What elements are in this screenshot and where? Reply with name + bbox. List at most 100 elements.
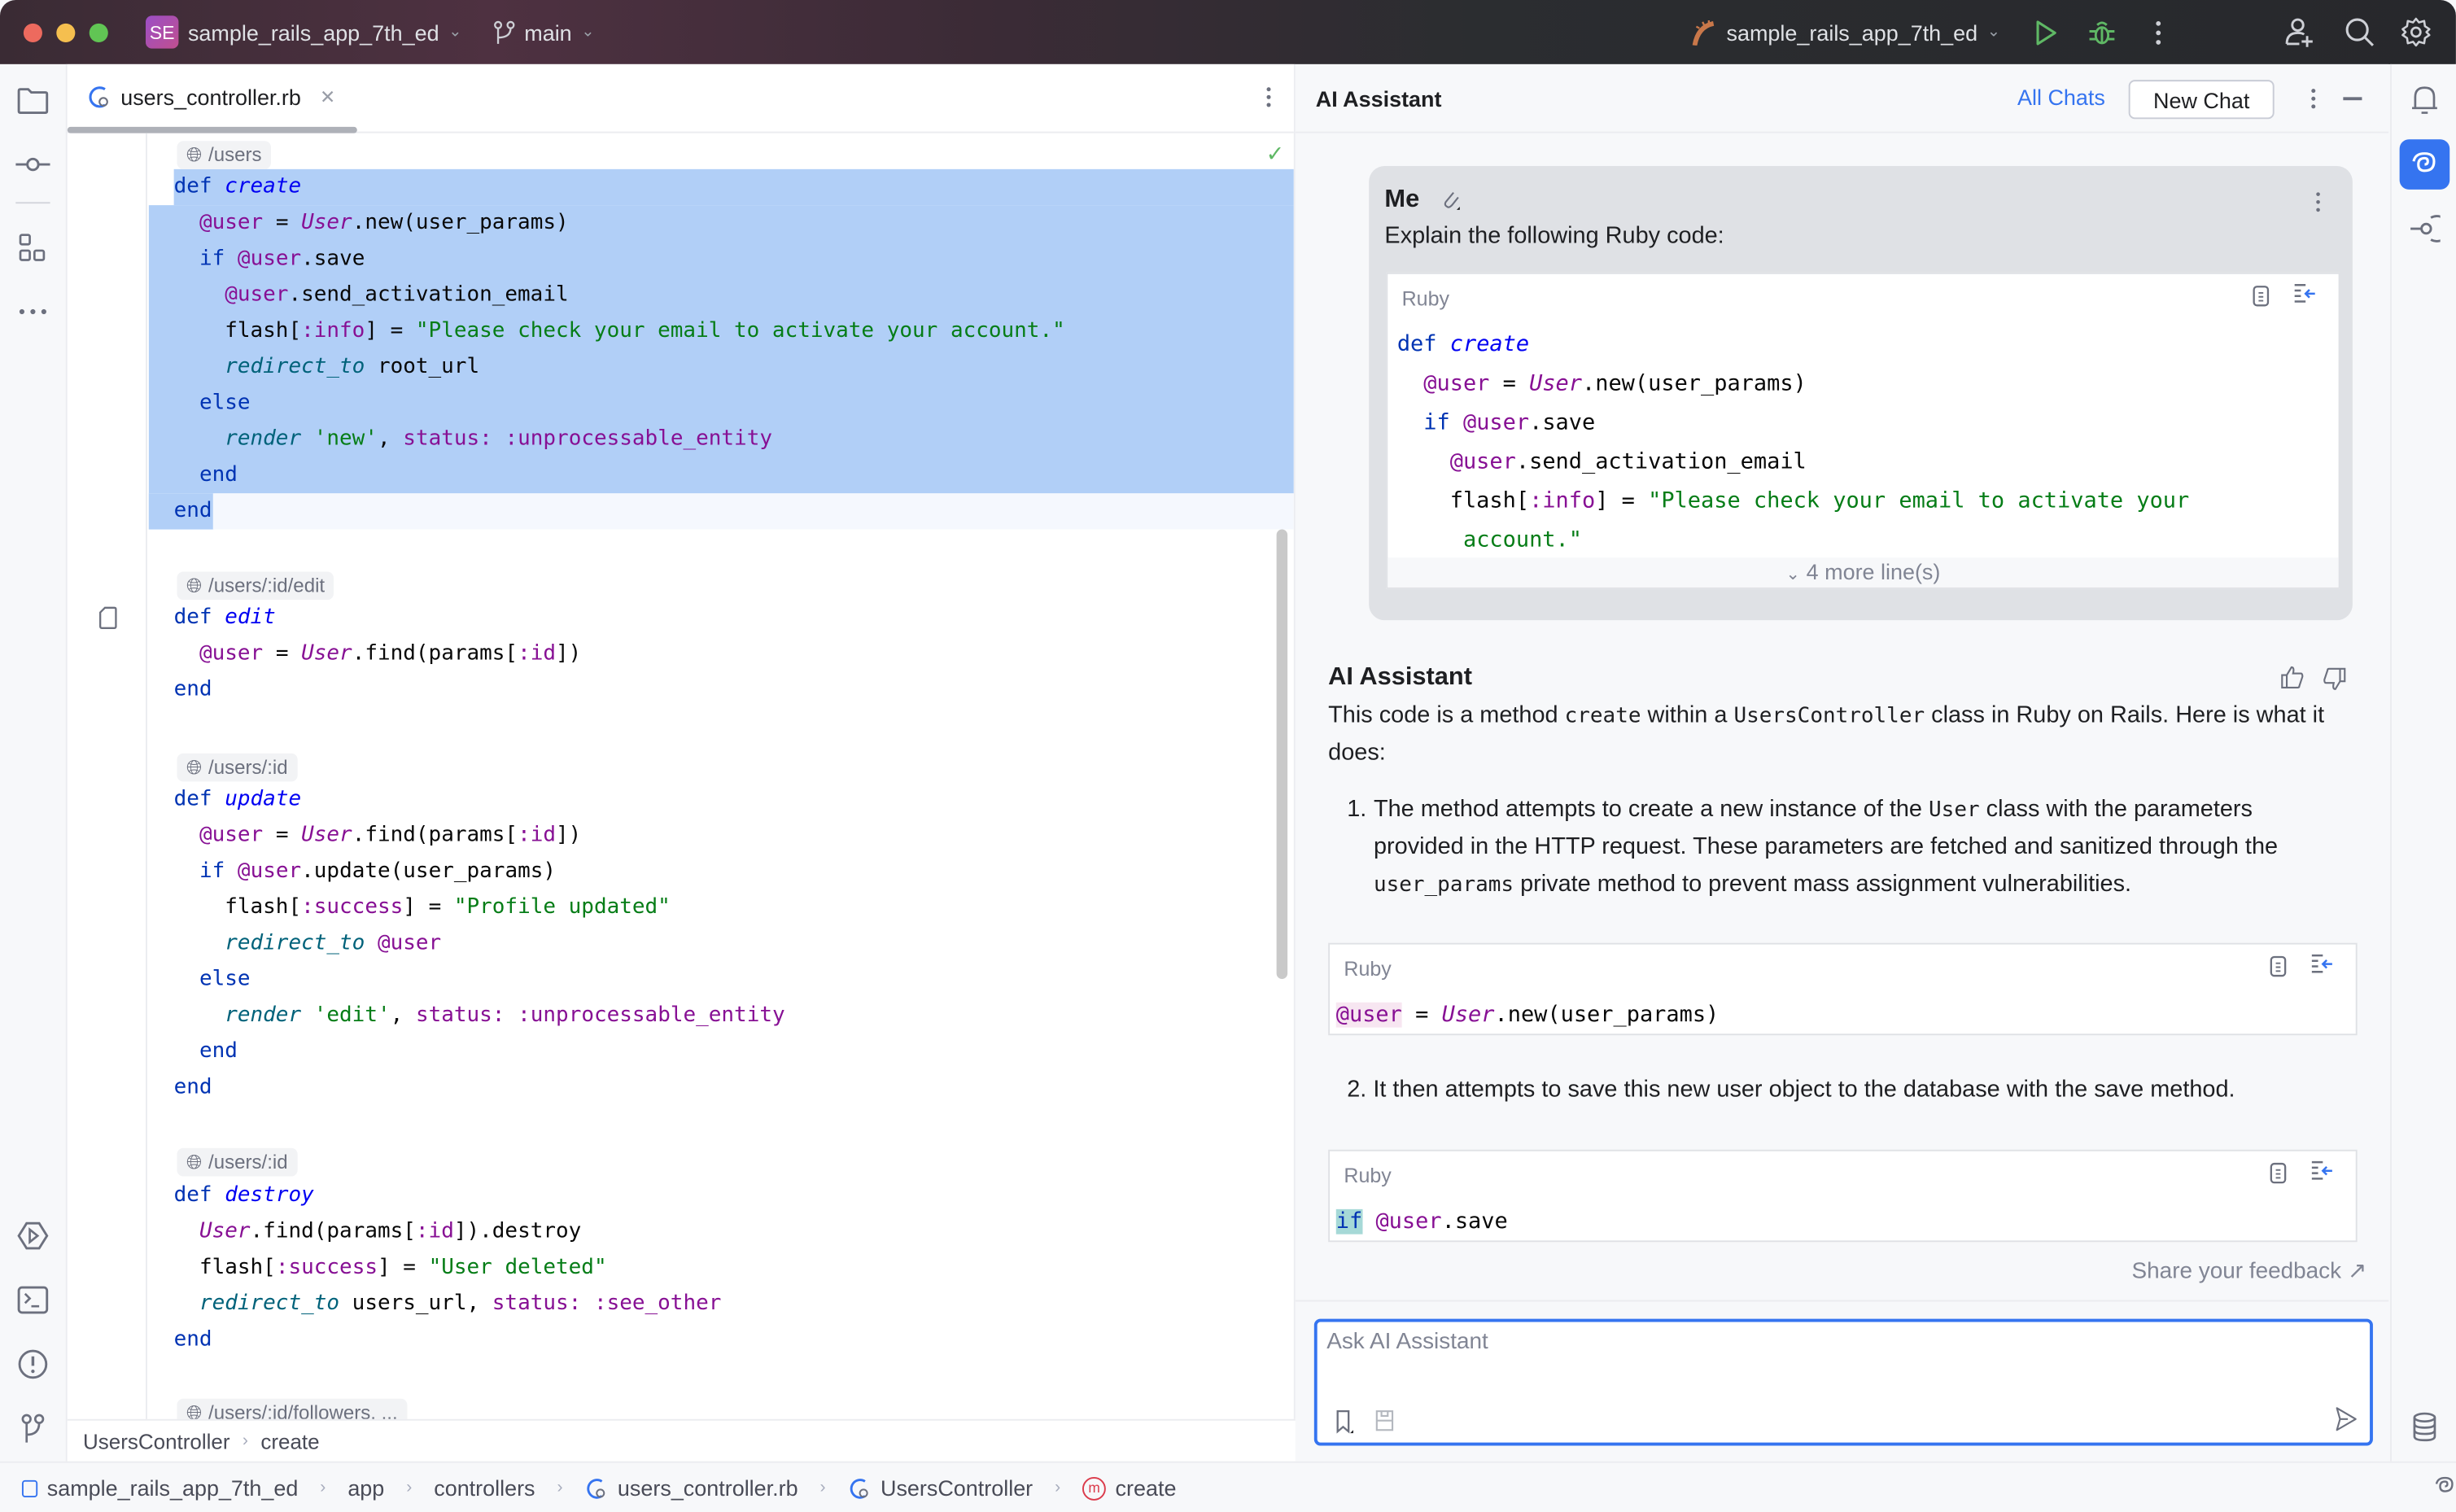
terminal-icon[interactable] — [14, 1281, 51, 1318]
database-icon[interactable] — [2406, 1408, 2443, 1445]
view-file-gutter-icon[interactable] — [98, 606, 117, 630]
chevron-down-icon: ⌄ — [581, 23, 595, 42]
code-actions — [2253, 283, 2317, 307]
add-user-icon[interactable] — [2282, 15, 2316, 49]
endpoints-icon[interactable] — [2406, 210, 2443, 247]
code-area[interactable]: ✓ 🌐︎/users def create @user = User.new(u… — [68, 133, 1294, 1421]
code-line: def destroy — [173, 1182, 314, 1208]
project-name: sample_rails_app_7th_ed — [187, 20, 439, 45]
branch-name: main — [524, 20, 572, 45]
ide-window: SE sample_rails_app_7th_ed ⌄ main ⌄ samp… — [0, 0, 2456, 1512]
input-placeholder: Ask AI Assistant — [1326, 1330, 1488, 1355]
route-hint[interactable]: 🌐︎/users — [177, 141, 272, 169]
ai-spiral-icon — [2410, 151, 2439, 179]
message-options-icon[interactable] — [2315, 191, 2322, 213]
notifications-bell-icon[interactable] — [2406, 81, 2443, 119]
right-tool-strip — [2390, 63, 2456, 1462]
maximize-window-button[interactable] — [89, 22, 108, 42]
run-button[interactable] — [2028, 15, 2062, 49]
thumbs-up-icon[interactable] — [2280, 666, 2304, 689]
panel-options-icon[interactable] — [2310, 88, 2317, 110]
ai-status-icon[interactable] — [2434, 1475, 2456, 1497]
chevron-down-icon: ⌄ — [448, 23, 462, 42]
copy-icon[interactable] — [2253, 283, 2271, 307]
tab-label: users_controller.rb — [120, 84, 301, 110]
ai-chat-input[interactable]: Ask AI Assistant — [1313, 1318, 2373, 1446]
editor-options-icon[interactable] — [1265, 86, 1272, 108]
code-line: redirect_to root_url — [225, 353, 480, 379]
more-actions-icon[interactable] — [2141, 15, 2175, 49]
ai-panel-header: AI Assistant All Chats New Chat — [1295, 64, 2389, 133]
copy-icon[interactable] — [2270, 1160, 2288, 1184]
git-branch-icon — [493, 20, 515, 45]
status-crumb-method[interactable]: create — [1116, 1475, 1177, 1501]
code-line: redirect_to @user — [225, 930, 442, 956]
code-line: @user = User.find(params[:id]) — [199, 822, 582, 848]
route-hint[interactable]: 🌐︎/users/:id — [177, 1147, 298, 1177]
commit-icon[interactable] — [14, 146, 51, 183]
all-chats-link[interactable]: All Chats — [2017, 85, 2105, 110]
code-line: end — [199, 1038, 238, 1064]
code-language-label: Ruby — [1401, 286, 1450, 311]
branch-switcher[interactable]: main ⌄ — [493, 20, 595, 45]
new-chat-button[interactable]: New Chat — [2128, 80, 2275, 120]
insert-at-caret-icon[interactable] — [2310, 1160, 2334, 1184]
ai-assistant-toggle[interactable] — [2399, 139, 2450, 190]
add-context-icon[interactable] — [1333, 1409, 1355, 1435]
code-line: def edit — [173, 604, 276, 630]
code-editor: users_controller.rb ✕ ✓ 🌐︎/users def cre… — [67, 63, 1310, 1462]
copy-icon[interactable] — [2270, 954, 2288, 977]
code-snippet: Ruby @user = User.new(user_params) — [1328, 942, 2358, 1036]
ruby-controller-file-icon — [585, 1476, 609, 1500]
code-line: @user.send_activation_email — [1449, 449, 1807, 475]
thumbs-down-icon[interactable] — [2323, 667, 2346, 691]
code-line: end — [173, 1326, 212, 1352]
attachment-icon — [1440, 188, 1462, 213]
status-crumb-project[interactable]: sample_rails_app_7th_ed — [47, 1475, 299, 1501]
status-crumb-file[interactable]: users_controller.rb — [618, 1475, 798, 1501]
code-line: @user = User.new(user_params) — [1423, 371, 1807, 396]
expand-more-lines[interactable]: ⌄ 4 more line(s) — [1388, 557, 2339, 588]
send-icon[interactable] — [2336, 1406, 2358, 1431]
status-crumb-app[interactable]: app — [347, 1475, 384, 1501]
status-bar-breadcrumb: sample_rails_app_7th_ed › app › controll… — [0, 1461, 2456, 1512]
insert-at-caret-icon[interactable] — [2293, 283, 2317, 307]
tab-users-controller[interactable]: users_controller.rb ✕ — [86, 85, 335, 110]
status-crumb-controllers[interactable]: controllers — [434, 1475, 535, 1501]
search-icon[interactable] — [2341, 15, 2375, 49]
breadcrumb-item[interactable]: UsersController — [83, 1429, 230, 1453]
breadcrumb-item[interactable]: create — [260, 1429, 319, 1453]
share-feedback-link[interactable]: Share your feedback ↗ — [2132, 1259, 2367, 1284]
code-line: end — [199, 461, 238, 487]
services-run-icon[interactable] — [14, 1217, 51, 1254]
code-line: @user = User.new(user_params) — [199, 209, 569, 235]
close-tab-icon[interactable]: ✕ — [320, 86, 335, 108]
more-tools-icon[interactable] — [14, 293, 51, 330]
run-config-selector[interactable]: sample_rails_app_7th_ed ⌄ — [1692, 20, 2000, 45]
git-icon[interactable] — [14, 1409, 51, 1447]
route-hint[interactable]: 🌐︎/users/:id — [177, 753, 298, 782]
minimize-panel-icon[interactable] — [2343, 97, 2362, 100]
debug-button[interactable] — [2085, 15, 2119, 49]
code-line: if @user.save — [1423, 410, 1596, 436]
project-folder-icon[interactable] — [14, 81, 51, 119]
close-window-button[interactable] — [23, 22, 42, 42]
code-line: flash[:success] = "User deleted" — [199, 1254, 607, 1280]
insert-at-caret-icon[interactable] — [2310, 954, 2334, 977]
structure-icon[interactable] — [14, 229, 51, 266]
code-line: flash[:info] = "Please check your email … — [1449, 488, 2190, 514]
save-prompt-icon[interactable] — [1375, 1409, 1394, 1431]
route-hint[interactable]: 🌐︎/users/:id/followers, ... — [177, 1398, 408, 1421]
minimize-window-button[interactable] — [56, 22, 76, 42]
settings-gear-icon[interactable] — [2398, 15, 2432, 49]
globe-icon: 🌐︎ — [186, 1401, 203, 1421]
project-switcher[interactable]: SE sample_rails_app_7th_ed ⌄ — [145, 15, 462, 49]
route-hint[interactable]: 🌐︎/users/:id/edit — [177, 571, 334, 601]
problems-icon[interactable] — [14, 1345, 51, 1383]
code-actions — [2270, 1160, 2334, 1184]
strip-divider — [15, 202, 50, 204]
code-line: def update — [173, 786, 302, 811]
step-2-text: 2. It then attempts to save this new use… — [1347, 1076, 2235, 1103]
status-crumb-class[interactable]: UsersController — [881, 1475, 1033, 1501]
editor-scrollbar[interactable] — [1276, 529, 1288, 979]
